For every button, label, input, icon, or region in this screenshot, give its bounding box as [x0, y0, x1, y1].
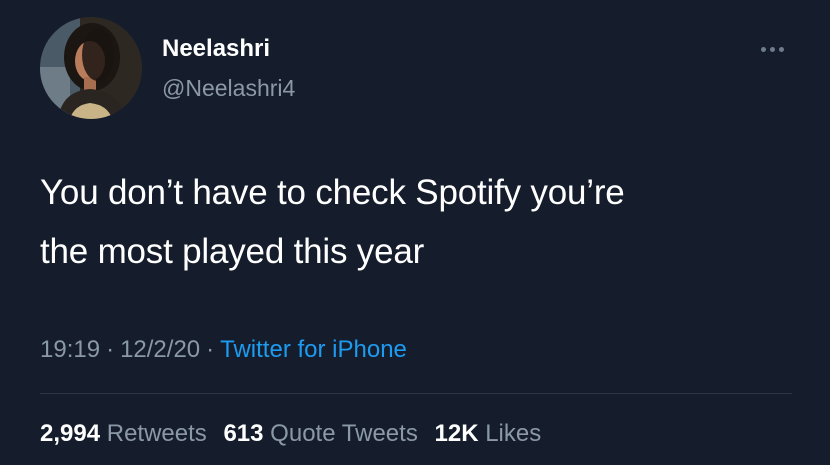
- user-handle[interactable]: @Neelashri4: [162, 73, 295, 103]
- meta-separator: ·: [106, 336, 115, 363]
- quote-tweets-label: Quote Tweets: [270, 420, 418, 447]
- tweet-source-link[interactable]: Twitter for iPhone: [220, 336, 407, 363]
- retweets-count: 2,994: [40, 420, 101, 447]
- tweet-meta: 19:19 · 12/2/20 · Twitter for iPhone: [40, 333, 407, 367]
- engagement-stats: 2,994 Retweets 613 Quote Tweets 12K Like…: [40, 417, 551, 451]
- quote-tweets-count: 613: [223, 420, 264, 447]
- display-name[interactable]: Neelashri: [162, 34, 270, 64]
- dot: [769, 46, 775, 52]
- tweet-text-line: You don’t have to check Spotify you’re: [40, 173, 625, 212]
- tweet-text: You don’t have to check Spotify you’re t…: [40, 163, 800, 281]
- dot: [778, 46, 784, 52]
- likes-count: 12K: [434, 420, 479, 447]
- tweet-date[interactable]: 12/2/20: [120, 336, 200, 363]
- quote-tweets-stat[interactable]: 613 Quote Tweets: [223, 420, 417, 447]
- likes-label: Likes: [485, 420, 542, 447]
- retweets-label: Retweets: [106, 420, 207, 447]
- tweet-time[interactable]: 19:19: [40, 336, 100, 363]
- meta-separator: ·: [206, 336, 215, 363]
- tweet-text-line: the most played this year: [40, 232, 425, 271]
- likes-stat[interactable]: 12K Likes: [435, 420, 542, 447]
- tweet-card: Neelashri @Neelashri4 You don’t have to …: [0, 0, 830, 465]
- divider: [40, 393, 792, 394]
- dot: [760, 46, 766, 52]
- avatar[interactable]: [40, 17, 142, 119]
- retweets-stat[interactable]: 2,994 Retweets: [40, 420, 207, 447]
- more-horizontal-icon[interactable]: [752, 36, 792, 62]
